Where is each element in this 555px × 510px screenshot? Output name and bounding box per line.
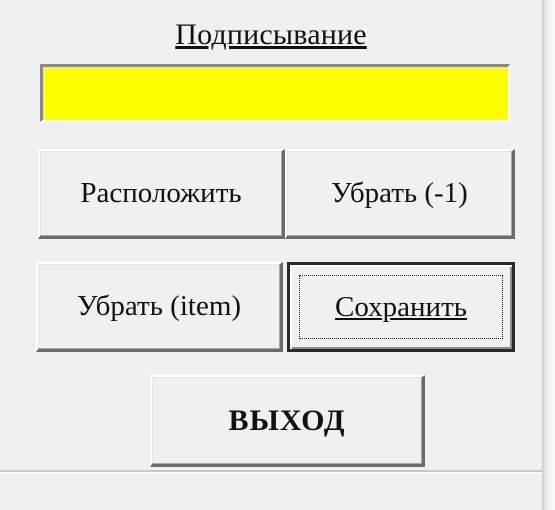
panel-title: Подписывание xyxy=(175,18,367,51)
remove-last-button[interactable]: Убрать (-1) xyxy=(285,149,515,239)
signing-panel: Подписывание Расположить Убрать (-1) Убр… xyxy=(0,0,542,510)
arrange-button[interactable]: Расположить xyxy=(38,149,285,239)
window-right-edge xyxy=(542,0,555,510)
bottom-divider xyxy=(0,470,542,473)
save-button-label: Сохранить xyxy=(335,290,467,323)
save-button[interactable]: Сохранить xyxy=(287,262,515,352)
exit-button[interactable]: ВЫХОД xyxy=(150,375,425,467)
signing-field[interactable] xyxy=(40,64,510,122)
remove-item-button[interactable]: Убрать (item) xyxy=(36,262,283,352)
